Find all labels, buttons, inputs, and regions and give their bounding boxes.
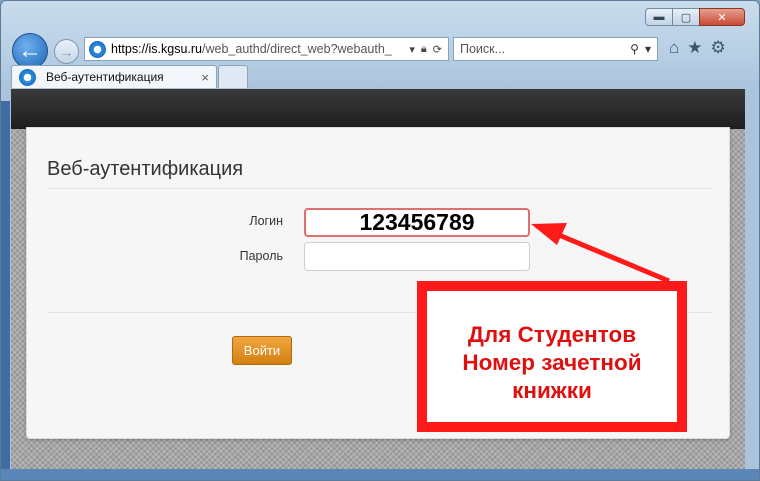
search-actions: ⚲ ▾	[630, 42, 657, 56]
back-button[interactable]: ←	[12, 33, 48, 69]
navigation-bar: ← → e https://is.kgsu.ru/web_authd/direc…	[1, 31, 759, 69]
refresh-icon[interactable]: ⟳	[433, 43, 442, 56]
url-text[interactable]: https://is.kgsu.ru/web_authd/direct_web?…	[111, 42, 403, 56]
dropdown-arrow-icon[interactable]: ▾	[409, 43, 415, 56]
forward-button[interactable]: →	[54, 39, 79, 64]
url-path: /web_authd/direct_web?webauth_	[202, 42, 392, 56]
search-icon[interactable]: ⚲	[630, 42, 639, 56]
home-icon[interactable]: ⌂	[669, 38, 679, 58]
tab-label: Веб-аутентификация	[46, 70, 164, 84]
search-box[interactable]: Поиск... ⚲ ▾	[453, 37, 658, 61]
tab-web-auth[interactable]: e Веб-аутентификация ×	[11, 65, 217, 88]
minimize-button[interactable]: ▬	[645, 8, 673, 26]
address-actions: ▾ 🔒︎ ⟳	[403, 43, 448, 56]
address-bar[interactable]: e https://is.kgsu.ru/web_authd/direct_we…	[84, 37, 449, 61]
password-label: Пароль	[239, 249, 283, 263]
annotation-box: Для Студентов Номер зачетной книжки	[417, 281, 687, 432]
password-input[interactable]	[304, 242, 530, 271]
search-dropdown-icon[interactable]: ▾	[645, 42, 651, 56]
login-input[interactable]: 123456789	[304, 208, 530, 237]
left-edge	[1, 101, 10, 480]
taskbar-edge	[1, 469, 759, 480]
ie-logo-icon: e	[89, 40, 106, 58]
favorites-star-icon[interactable]: ★	[687, 38, 702, 58]
login-label: Логин	[249, 214, 283, 228]
tab-ie-icon: e	[19, 68, 36, 86]
forward-arrow-icon: →	[59, 43, 74, 60]
window-controls: ▬ ▢ ✕	[645, 8, 745, 26]
toolbar-icons: ⌂ ★ ⚙	[669, 38, 726, 58]
back-arrow-icon: ←	[18, 37, 42, 64]
divider	[47, 188, 712, 189]
search-placeholder: Поиск...	[460, 42, 506, 56]
annotation-text: Для Студентов Номер зачетной книжки	[462, 322, 642, 403]
close-window-button[interactable]: ✕	[699, 8, 745, 26]
lock-icon[interactable]: 🔒︎	[421, 43, 427, 56]
maximize-button[interactable]: ▢	[672, 8, 700, 26]
url-host: https://is.kgsu.ru	[111, 42, 203, 56]
gear-icon[interactable]: ⚙	[711, 38, 726, 58]
tab-close-icon[interactable]: ×	[201, 70, 209, 85]
new-tab-button[interactable]	[218, 65, 248, 88]
page-header-bar	[11, 89, 745, 129]
tab-bar: e Веб-аутентификация ×	[1, 65, 759, 89]
browser-window: ▬ ▢ ✕ ← → e https://is.kgsu.ru/web_authd…	[0, 0, 760, 481]
login-button[interactable]: Войти	[232, 336, 292, 365]
page-title: Веб-аутентификация	[47, 158, 244, 180]
